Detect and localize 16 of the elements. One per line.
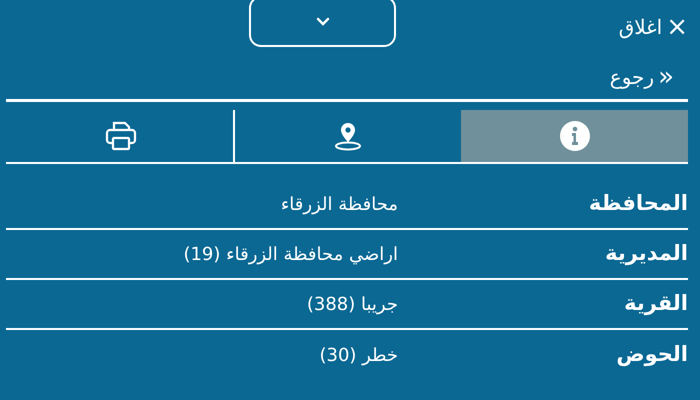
field-label: المديرية xyxy=(604,240,688,268)
field-label: الحوض xyxy=(615,341,688,368)
close-button[interactable]: × اغلاق xyxy=(618,12,688,42)
tab[interactable] xyxy=(460,110,688,162)
info-icon xyxy=(559,120,592,152)
back-link[interactable]: « رجوع xyxy=(610,62,674,92)
field-label: المحافظة xyxy=(588,190,688,218)
field-value: محافظة الزرقاء xyxy=(280,192,398,216)
field-value: خطر (30) xyxy=(319,344,398,368)
location-pin-icon xyxy=(333,121,364,151)
printer-icon xyxy=(104,121,138,151)
field-label: القرية xyxy=(623,290,688,318)
chevron-down-icon xyxy=(316,17,330,26)
field-value: اراضي محافظة الزرقاء (19) xyxy=(183,242,398,266)
field-value: جريبا (388) xyxy=(306,292,398,316)
dropdown-button[interactable] xyxy=(249,0,396,47)
